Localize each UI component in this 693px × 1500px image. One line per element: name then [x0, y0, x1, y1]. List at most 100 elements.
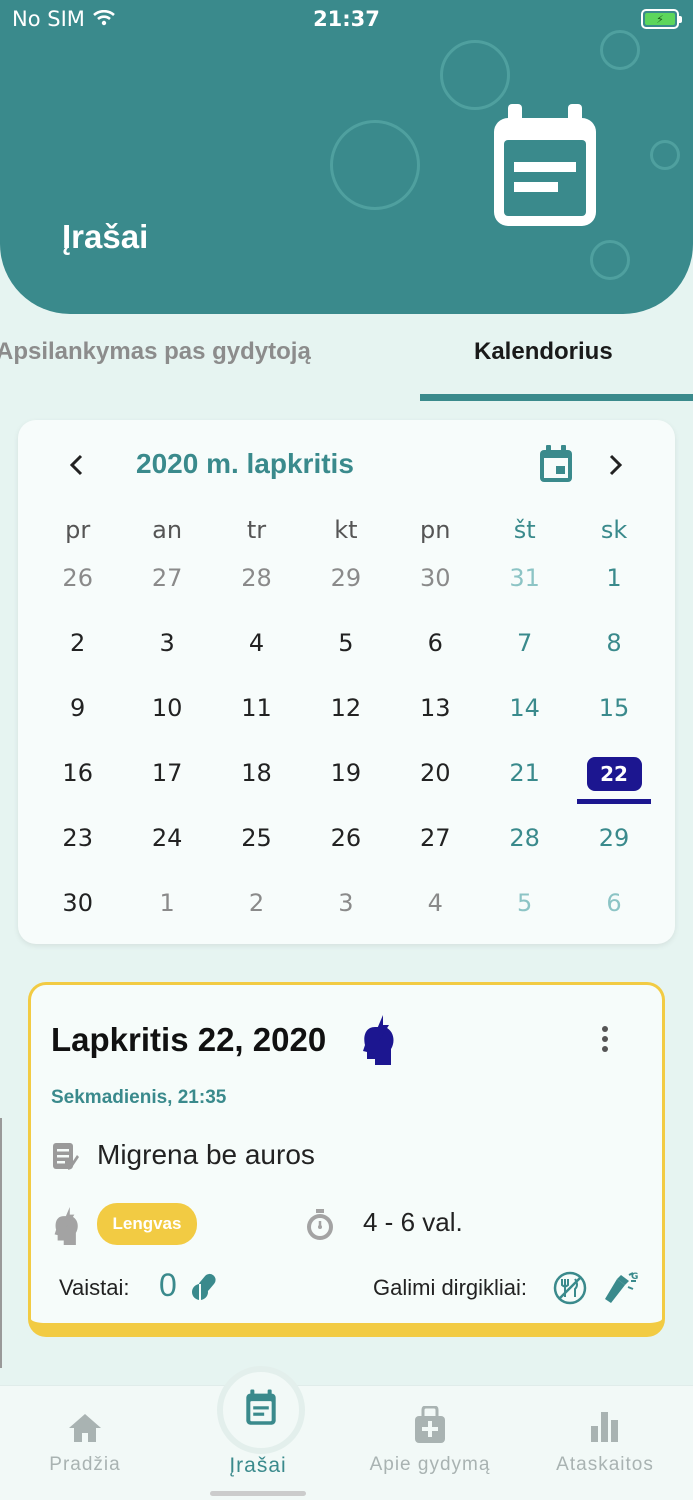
calendar-day[interactable]: 9: [33, 682, 122, 747]
clock: 21:37: [313, 7, 380, 31]
more-options-icon[interactable]: [599, 1025, 611, 1057]
svg-text:G: G: [631, 1272, 638, 1282]
calendar-day[interactable]: 10: [122, 682, 211, 747]
triggers-label: Galimi dirgikliai:: [373, 1275, 528, 1300]
chevron-left-icon: [69, 454, 83, 476]
calendar-day[interactable]: 24: [122, 812, 211, 877]
severity-badge: Lengvas: [97, 1203, 197, 1245]
entry-weekday-time: Sekmadienis, 21:35: [51, 1087, 227, 1108]
header: No SIM 21:37 ⚡ Įrašai: [0, 0, 693, 314]
calendar-day[interactable]: 8: [569, 617, 658, 682]
calendar-day[interactable]: 12: [301, 682, 390, 747]
calendar-day[interactable]: 29: [301, 552, 390, 617]
calendar-day[interactable]: 27: [391, 812, 480, 877]
tab-doctor-visit[interactable]: Apsilankymas pas gydytoją: [0, 338, 311, 366]
battery-icon: ⚡: [641, 9, 682, 29]
head-pain-icon: [51, 1207, 81, 1249]
calendar-day[interactable]: 4: [212, 617, 301, 682]
calendar-notes-icon: [244, 1389, 278, 1431]
calendar-day[interactable]: 30: [391, 552, 480, 617]
calendar-day[interactable]: 29: [569, 812, 658, 877]
tab-calendar[interactable]: Kalendorius: [474, 338, 613, 366]
calendar-day[interactable]: 16: [33, 747, 122, 812]
calendar-day[interactable]: 3: [122, 617, 211, 682]
bottom-nav: Pradžia Įrašai Apie gydymą Ataskaitos: [0, 1366, 693, 1500]
calendar-day[interactable]: 4: [391, 877, 480, 942]
nav-treatment[interactable]: Apie gydymą: [345, 1386, 515, 1500]
calendar-day[interactable]: 14: [480, 682, 569, 747]
calendar-day[interactable]: 2: [212, 877, 301, 942]
calendar-day[interactable]: 5: [301, 617, 390, 682]
calendar-day[interactable]: 28: [212, 552, 301, 617]
calendar-day[interactable]: 31: [480, 552, 569, 617]
loud-noise-icon: G: [603, 1271, 639, 1309]
calendar-card: 2020 m. lapkritis pr an tr kt pn št sk 2…: [18, 420, 675, 944]
home-indicator: [210, 1491, 306, 1496]
nav-entries[interactable]: Įrašai: [203, 1366, 313, 1500]
calendar-day[interactable]: 15: [569, 682, 658, 747]
calendar-day[interactable]: 11: [212, 682, 301, 747]
nav-home-label: Pradžia: [49, 1454, 121, 1475]
calendar-day-selected[interactable]: 22: [569, 747, 658, 812]
calendar-day[interactable]: 19: [301, 747, 390, 812]
decor-circle: [440, 40, 510, 110]
medications-label: Vaistai:: [59, 1275, 130, 1300]
calendar-day[interactable]: 28: [480, 812, 569, 877]
entry-card[interactable]: Lapkritis 22, 2020 Sekmadienis, 21:35 Mi…: [28, 982, 665, 1337]
entry-date: Lapkritis 22, 2020: [51, 1021, 327, 1058]
calendar-day[interactable]: 25: [212, 812, 301, 877]
nav-reports-label: Ataskaitos: [556, 1454, 654, 1475]
status-bar: No SIM 21:37 ⚡: [0, 0, 693, 40]
weekday-label: kt: [334, 516, 358, 544]
weekday-label: št: [513, 516, 536, 544]
stopwatch-icon: [305, 1209, 335, 1245]
calendar-day[interactable]: 17: [122, 747, 211, 812]
calendar-notes-icon: [486, 104, 604, 236]
pills-icon: [191, 1273, 221, 1305]
decor-circle: [590, 240, 630, 280]
nav-entries-label: Įrašai: [229, 1454, 287, 1477]
no-food-icon: [553, 1271, 587, 1309]
calendar-day[interactable]: 27: [122, 552, 211, 617]
calendar-day[interactable]: 23: [33, 812, 122, 877]
calendar-day[interactable]: 26: [301, 812, 390, 877]
calendar-day[interactable]: 1: [569, 552, 658, 617]
page-title: Įrašai: [62, 218, 149, 255]
calendar-day[interactable]: 6: [569, 877, 658, 942]
selected-day-label: 22: [586, 757, 642, 791]
edge-divider: [0, 1118, 2, 1368]
decor-circle: [330, 120, 420, 210]
head-pain-icon: [361, 1015, 395, 1069]
home-icon: [67, 1412, 103, 1448]
calendar-day[interactable]: 6: [391, 617, 480, 682]
calendar-day[interactable]: 21: [480, 747, 569, 812]
calendar-day[interactable]: 13: [391, 682, 480, 747]
calendar-day[interactable]: 7: [480, 617, 569, 682]
calendar-day[interactable]: 2: [33, 617, 122, 682]
entry-duration: 4 - 6 val.: [363, 1207, 463, 1237]
chevron-right-icon: [609, 454, 623, 476]
entry-diagnosis: Migrena be auros: [97, 1139, 315, 1170]
next-month-button[interactable]: [602, 450, 630, 480]
calendar-day[interactable]: 3: [301, 877, 390, 942]
calendar-day[interactable]: 18: [212, 747, 301, 812]
calendar-day[interactable]: 26: [33, 552, 122, 617]
weekday-label: pn: [420, 516, 451, 544]
calendar-day[interactable]: 30: [33, 877, 122, 942]
note-edit-icon: [51, 1141, 79, 1175]
calendar-day[interactable]: 20: [391, 747, 480, 812]
nav-reports[interactable]: Ataskaitos: [540, 1386, 670, 1500]
decor-circle: [650, 140, 680, 170]
weekday-label: an: [152, 516, 183, 544]
active-tab-indicator: [420, 394, 693, 401]
calendar-month-title: 2020 m. lapkritis: [136, 448, 354, 479]
calendar-picker-icon[interactable]: [538, 444, 574, 488]
prev-month-button[interactable]: [62, 450, 90, 480]
medical-bag-icon: [414, 1405, 446, 1448]
weekday-label: pr: [65, 516, 91, 544]
nav-home[interactable]: Pradžia: [30, 1386, 140, 1500]
weekday-label: sk: [600, 516, 628, 544]
weekday-label: tr: [246, 516, 267, 544]
calendar-day[interactable]: 5: [480, 877, 569, 942]
calendar-day[interactable]: 1: [122, 877, 211, 942]
